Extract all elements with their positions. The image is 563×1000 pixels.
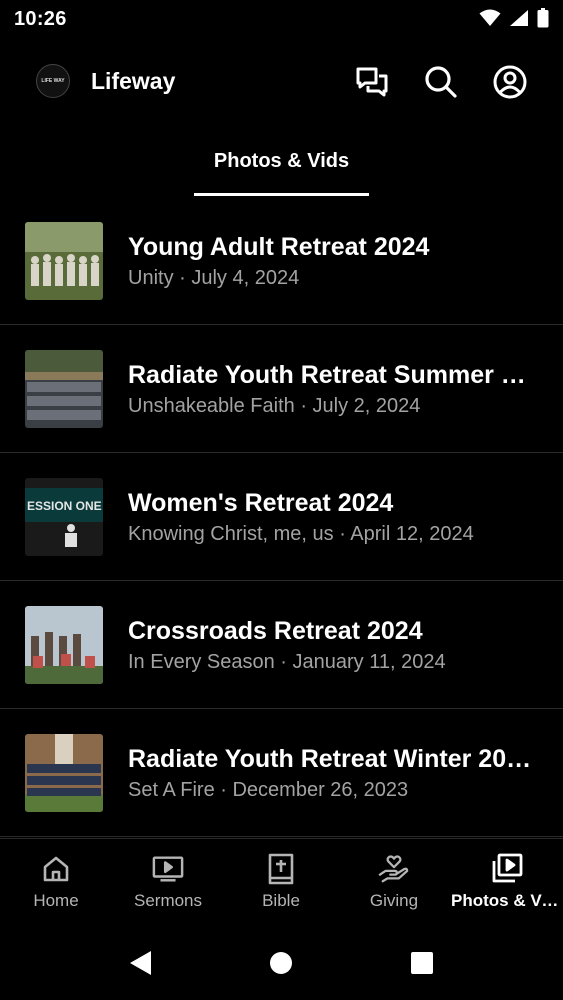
app-logo[interactable]: LIFE WAY bbox=[36, 64, 70, 98]
nav-label: Home bbox=[33, 891, 79, 910]
status-icons bbox=[479, 8, 549, 28]
list-item[interactable]: Young Adult Retreat 2024 Unity · July 4,… bbox=[0, 197, 563, 325]
album-subtitle: In Every Season · January 11, 2024 bbox=[128, 651, 446, 673]
media-library-icon bbox=[491, 853, 523, 885]
list-item[interactable]: Radiate Youth Retreat Summer 2… Unshakea… bbox=[0, 325, 563, 453]
bottom-navigation: Home Sermons Bible Giving Photos & Vi… bbox=[0, 838, 563, 928]
album-subtitle: Unity · July 4, 2024 bbox=[128, 267, 300, 289]
album-thumbnail: ESSION ONE bbox=[25, 478, 103, 556]
nav-label: Bible bbox=[262, 891, 300, 910]
nav-label: Giving bbox=[369, 891, 419, 910]
list-item[interactable]: ESSION ONE Women's Retreat 2024 Knowing … bbox=[0, 453, 563, 581]
home-circle-icon bbox=[270, 952, 292, 974]
tab-indicator bbox=[194, 193, 369, 196]
list-item[interactable]: Crossroads Retreat 2024 In Every Season … bbox=[0, 581, 563, 709]
system-navigation-bar bbox=[0, 928, 563, 1000]
nav-label: Photos & Vi… bbox=[451, 891, 563, 910]
album-title: Radiate Youth Retreat Winter 20… bbox=[128, 745, 532, 773]
wifi-icon bbox=[479, 9, 501, 26]
nav-giving[interactable]: Giving bbox=[338, 839, 450, 929]
nav-bible[interactable]: Bible bbox=[225, 839, 337, 929]
back-triangle-icon bbox=[130, 951, 151, 975]
account-circle-icon bbox=[493, 65, 527, 99]
album-subtitle: Set A Fire · December 26, 2023 bbox=[128, 779, 409, 801]
cellular-signal-icon bbox=[510, 10, 528, 26]
recents-button[interactable] bbox=[407, 948, 437, 978]
album-thumbnail bbox=[25, 606, 103, 684]
home-icon bbox=[40, 853, 72, 885]
nav-label: Sermons bbox=[133, 891, 203, 910]
album-subtitle: Knowing Christ, me, us · April 12, 2024 bbox=[128, 523, 474, 545]
nav-sermons[interactable]: Sermons bbox=[112, 839, 224, 929]
logo-text: LIFE WAY bbox=[41, 78, 65, 84]
search-icon bbox=[425, 66, 457, 98]
home-system-button[interactable] bbox=[266, 948, 296, 978]
album-subtitle: Unshakeable Faith · July 2, 2024 bbox=[128, 395, 421, 417]
album-title: Radiate Youth Retreat Summer 2… bbox=[128, 361, 538, 389]
status-bar: 10:26 bbox=[0, 0, 563, 40]
search-button[interactable] bbox=[423, 64, 459, 100]
album-title: Women's Retreat 2024 bbox=[128, 489, 394, 517]
album-title: Young Adult Retreat 2024 bbox=[128, 233, 430, 261]
tv-play-icon bbox=[152, 853, 184, 885]
album-thumbnail bbox=[25, 222, 103, 300]
album-thumbnail bbox=[25, 734, 103, 812]
app-header: LIFE WAY Lifeway bbox=[0, 52, 563, 112]
app-title: Lifeway bbox=[91, 68, 176, 94]
tab-bar: Photos & Vids bbox=[0, 140, 563, 198]
thumb-slide-text: ESSION ONE bbox=[27, 499, 102, 513]
list-item[interactable]: Radiate Youth Retreat Winter 20… Set A F… bbox=[0, 709, 563, 837]
status-time: 10:26 bbox=[14, 8, 67, 30]
nav-home[interactable]: Home bbox=[0, 839, 112, 929]
battery-icon bbox=[537, 8, 549, 28]
recents-square-icon bbox=[411, 952, 433, 974]
nav-photos-vids[interactable]: Photos & Vi… bbox=[451, 839, 563, 929]
giving-hand-icon bbox=[378, 853, 410, 885]
messages-button[interactable] bbox=[354, 64, 390, 100]
back-button[interactable] bbox=[125, 948, 155, 978]
profile-button[interactable] bbox=[492, 64, 528, 100]
bible-icon bbox=[265, 853, 297, 885]
album-title: Crossroads Retreat 2024 bbox=[128, 617, 423, 645]
album-thumbnail bbox=[25, 350, 103, 428]
tab-photos-vids[interactable]: Photos & Vids bbox=[194, 150, 369, 173]
chat-icon bbox=[356, 67, 388, 97]
